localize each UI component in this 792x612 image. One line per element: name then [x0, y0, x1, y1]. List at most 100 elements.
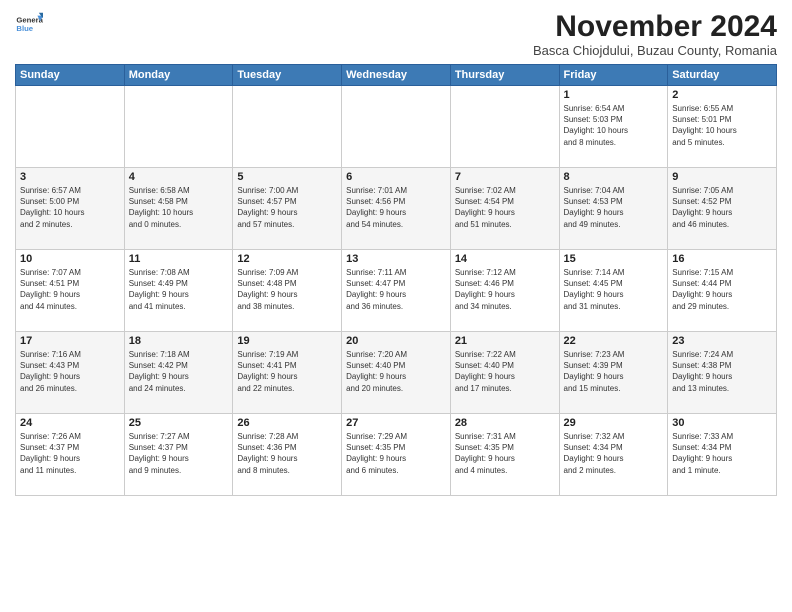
day-number: 7	[455, 171, 555, 183]
calendar-cell: 11 Sunrise: 7:08 AM Sunset: 4:49 PM Dayli…	[124, 250, 233, 332]
logo: General Blue	[15, 10, 43, 38]
day-info: Sunrise: 7:12 AM Sunset: 4:46 PM Dayligh…	[455, 267, 555, 312]
day-number: 18	[129, 335, 229, 347]
day-number: 21	[455, 335, 555, 347]
day-number: 13	[346, 253, 446, 265]
calendar-cell: 15 Sunrise: 7:14 AM Sunset: 4:45 PM Dayli…	[559, 250, 668, 332]
day-number: 10	[20, 253, 120, 265]
day-info: Sunrise: 7:00 AM Sunset: 4:57 PM Dayligh…	[237, 185, 337, 230]
calendar-cell: 17 Sunrise: 7:16 AM Sunset: 4:43 PM Dayli…	[16, 332, 125, 414]
calendar-cell	[233, 86, 342, 168]
day-number: 1	[564, 89, 664, 101]
day-number: 12	[237, 253, 337, 265]
calendar-cell: 16 Sunrise: 7:15 AM Sunset: 4:44 PM Dayli…	[668, 250, 777, 332]
day-info: Sunrise: 7:31 AM Sunset: 4:35 PM Dayligh…	[455, 431, 555, 476]
day-number: 17	[20, 335, 120, 347]
day-info: Sunrise: 6:58 AM Sunset: 4:58 PM Dayligh…	[129, 185, 229, 230]
calendar-cell	[450, 86, 559, 168]
day-info: Sunrise: 7:07 AM Sunset: 4:51 PM Dayligh…	[20, 267, 120, 312]
day-info: Sunrise: 7:22 AM Sunset: 4:40 PM Dayligh…	[455, 349, 555, 394]
day-info: Sunrise: 7:19 AM Sunset: 4:41 PM Dayligh…	[237, 349, 337, 394]
calendar-cell: 2Sunrise: 6:55 AM Sunset: 5:01 PM Daylig…	[668, 86, 777, 168]
day-number: 16	[672, 253, 772, 265]
day-number: 28	[455, 417, 555, 429]
calendar-cell: 22 Sunrise: 7:23 AM Sunset: 4:39 PM Dayli…	[559, 332, 668, 414]
day-info: Sunrise: 7:23 AM Sunset: 4:39 PM Dayligh…	[564, 349, 664, 394]
day-number: 24	[20, 417, 120, 429]
calendar-cell: 3 Sunrise: 6:57 AM Sunset: 5:00 PM Daylig…	[16, 168, 125, 250]
svg-text:Blue: Blue	[16, 24, 33, 33]
day-info: Sunrise: 7:15 AM Sunset: 4:44 PM Dayligh…	[672, 267, 772, 312]
day-info: Sunrise: 7:28 AM Sunset: 4:36 PM Dayligh…	[237, 431, 337, 476]
day-info: Sunrise: 7:01 AM Sunset: 4:56 PM Dayligh…	[346, 185, 446, 230]
day-number: 19	[237, 335, 337, 347]
weekday-header-monday: Monday	[124, 65, 233, 86]
day-number: 26	[237, 417, 337, 429]
day-info: Sunrise: 7:09 AM Sunset: 4:48 PM Dayligh…	[237, 267, 337, 312]
weekday-header-sunday: Sunday	[16, 65, 125, 86]
calendar-cell: 29 Sunrise: 7:32 AM Sunset: 4:34 PM Dayli…	[559, 414, 668, 496]
calendar-cell: 23Sunrise: 7:24 AM Sunset: 4:38 PM Dayli…	[668, 332, 777, 414]
day-number: 23	[672, 335, 772, 347]
calendar-week-row: 24 Sunrise: 7:26 AM Sunset: 4:37 PM Dayli…	[16, 414, 777, 496]
day-info: Sunrise: 7:32 AM Sunset: 4:34 PM Dayligh…	[564, 431, 664, 476]
day-number: 27	[346, 417, 446, 429]
calendar-cell: 27Sunrise: 7:29 AM Sunset: 4:35 PM Dayli…	[342, 414, 451, 496]
calendar-cell: 20 Sunrise: 7:20 AM Sunset: 4:40 PM Dayli…	[342, 332, 451, 414]
day-number: 20	[346, 335, 446, 347]
day-number: 9	[672, 171, 772, 183]
calendar-cell: 4 Sunrise: 6:58 AM Sunset: 4:58 PM Daylig…	[124, 168, 233, 250]
weekday-header-wednesday: Wednesday	[342, 65, 451, 86]
weekday-header-saturday: Saturday	[668, 65, 777, 86]
day-number: 25	[129, 417, 229, 429]
day-number: 2	[672, 89, 772, 101]
calendar-cell: 9 Sunrise: 7:05 AM Sunset: 4:52 PM Daylig…	[668, 168, 777, 250]
calendar-cell: 5 Sunrise: 7:00 AM Sunset: 4:57 PM Daylig…	[233, 168, 342, 250]
calendar-cell: 19 Sunrise: 7:19 AM Sunset: 4:41 PM Dayli…	[233, 332, 342, 414]
day-info: Sunrise: 7:05 AM Sunset: 4:52 PM Dayligh…	[672, 185, 772, 230]
calendar-cell: 24 Sunrise: 7:26 AM Sunset: 4:37 PM Dayli…	[16, 414, 125, 496]
day-info: Sunrise: 7:26 AM Sunset: 4:37 PM Dayligh…	[20, 431, 120, 476]
calendar-cell: 14 Sunrise: 7:12 AM Sunset: 4:46 PM Dayli…	[450, 250, 559, 332]
title-block: November 2024 Basca Chiojdului, Buzau Co…	[533, 10, 777, 58]
calendar-week-row: 1Sunrise: 6:54 AM Sunset: 5:03 PM Daylig…	[16, 86, 777, 168]
day-number: 11	[129, 253, 229, 265]
day-number: 5	[237, 171, 337, 183]
day-number: 3	[20, 171, 120, 183]
page-subtitle: Basca Chiojdului, Buzau County, Romania	[533, 43, 777, 58]
calendar-cell: 26 Sunrise: 7:28 AM Sunset: 4:36 PM Dayli…	[233, 414, 342, 496]
calendar-cell: 25Sunrise: 7:27 AM Sunset: 4:37 PM Dayli…	[124, 414, 233, 496]
day-info: Sunrise: 7:04 AM Sunset: 4:53 PM Dayligh…	[564, 185, 664, 230]
day-info: Sunrise: 7:02 AM Sunset: 4:54 PM Dayligh…	[455, 185, 555, 230]
day-info: Sunrise: 7:33 AM Sunset: 4:34 PM Dayligh…	[672, 431, 772, 476]
calendar-cell	[342, 86, 451, 168]
calendar-cell	[16, 86, 125, 168]
day-number: 8	[564, 171, 664, 183]
day-info: Sunrise: 7:20 AM Sunset: 4:40 PM Dayligh…	[346, 349, 446, 394]
day-number: 22	[564, 335, 664, 347]
calendar-cell: 7 Sunrise: 7:02 AM Sunset: 4:54 PM Daylig…	[450, 168, 559, 250]
calendar-cell: 30 Sunrise: 7:33 AM Sunset: 4:34 PM Dayli…	[668, 414, 777, 496]
calendar-week-row: 3 Sunrise: 6:57 AM Sunset: 5:00 PM Daylig…	[16, 168, 777, 250]
header: General Blue November 2024 Basca Chiojdu…	[15, 10, 777, 58]
calendar-week-row: 10 Sunrise: 7:07 AM Sunset: 4:51 PM Dayli…	[16, 250, 777, 332]
weekday-header-tuesday: Tuesday	[233, 65, 342, 86]
calendar-cell: 6 Sunrise: 7:01 AM Sunset: 4:56 PM Daylig…	[342, 168, 451, 250]
day-number: 6	[346, 171, 446, 183]
day-number: 30	[672, 417, 772, 429]
day-number: 29	[564, 417, 664, 429]
day-number: 4	[129, 171, 229, 183]
calendar-week-row: 17 Sunrise: 7:16 AM Sunset: 4:43 PM Dayli…	[16, 332, 777, 414]
day-info: Sunrise: 6:57 AM Sunset: 5:00 PM Dayligh…	[20, 185, 120, 230]
day-info: Sunrise: 7:08 AM Sunset: 4:49 PM Dayligh…	[129, 267, 229, 312]
weekday-header-thursday: Thursday	[450, 65, 559, 86]
calendar-cell: 21 Sunrise: 7:22 AM Sunset: 4:40 PM Dayli…	[450, 332, 559, 414]
day-info: Sunrise: 7:14 AM Sunset: 4:45 PM Dayligh…	[564, 267, 664, 312]
day-number: 14	[455, 253, 555, 265]
day-info: Sunrise: 7:16 AM Sunset: 4:43 PM Dayligh…	[20, 349, 120, 394]
day-number: 15	[564, 253, 664, 265]
calendar-cell	[124, 86, 233, 168]
weekday-header-friday: Friday	[559, 65, 668, 86]
calendar-cell: 18Sunrise: 7:18 AM Sunset: 4:42 PM Dayli…	[124, 332, 233, 414]
calendar-cell: 13Sunrise: 7:11 AM Sunset: 4:47 PM Dayli…	[342, 250, 451, 332]
